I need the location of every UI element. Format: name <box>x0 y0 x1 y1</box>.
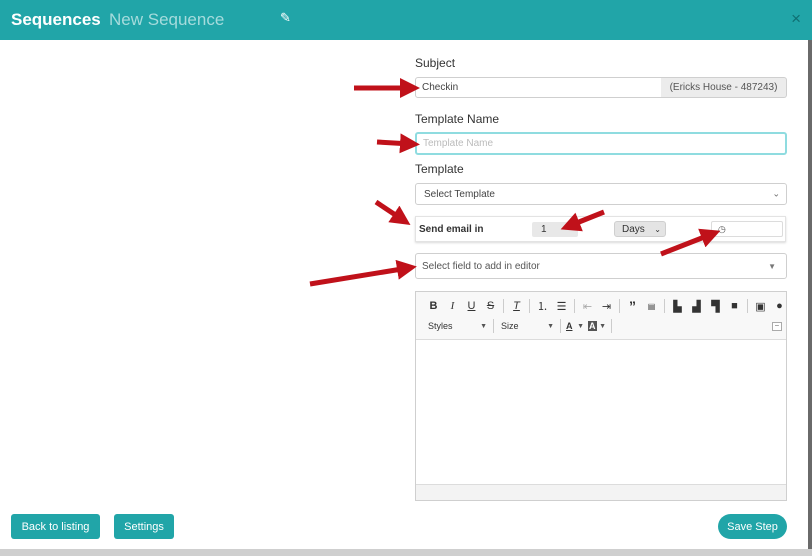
annotation-arrows <box>309 78 721 287</box>
arrow-icon <box>560 209 605 232</box>
arrow-icon <box>376 133 420 154</box>
arrow-icon <box>374 199 411 225</box>
arrow-icon <box>309 259 417 287</box>
arrow-icon <box>660 228 721 257</box>
